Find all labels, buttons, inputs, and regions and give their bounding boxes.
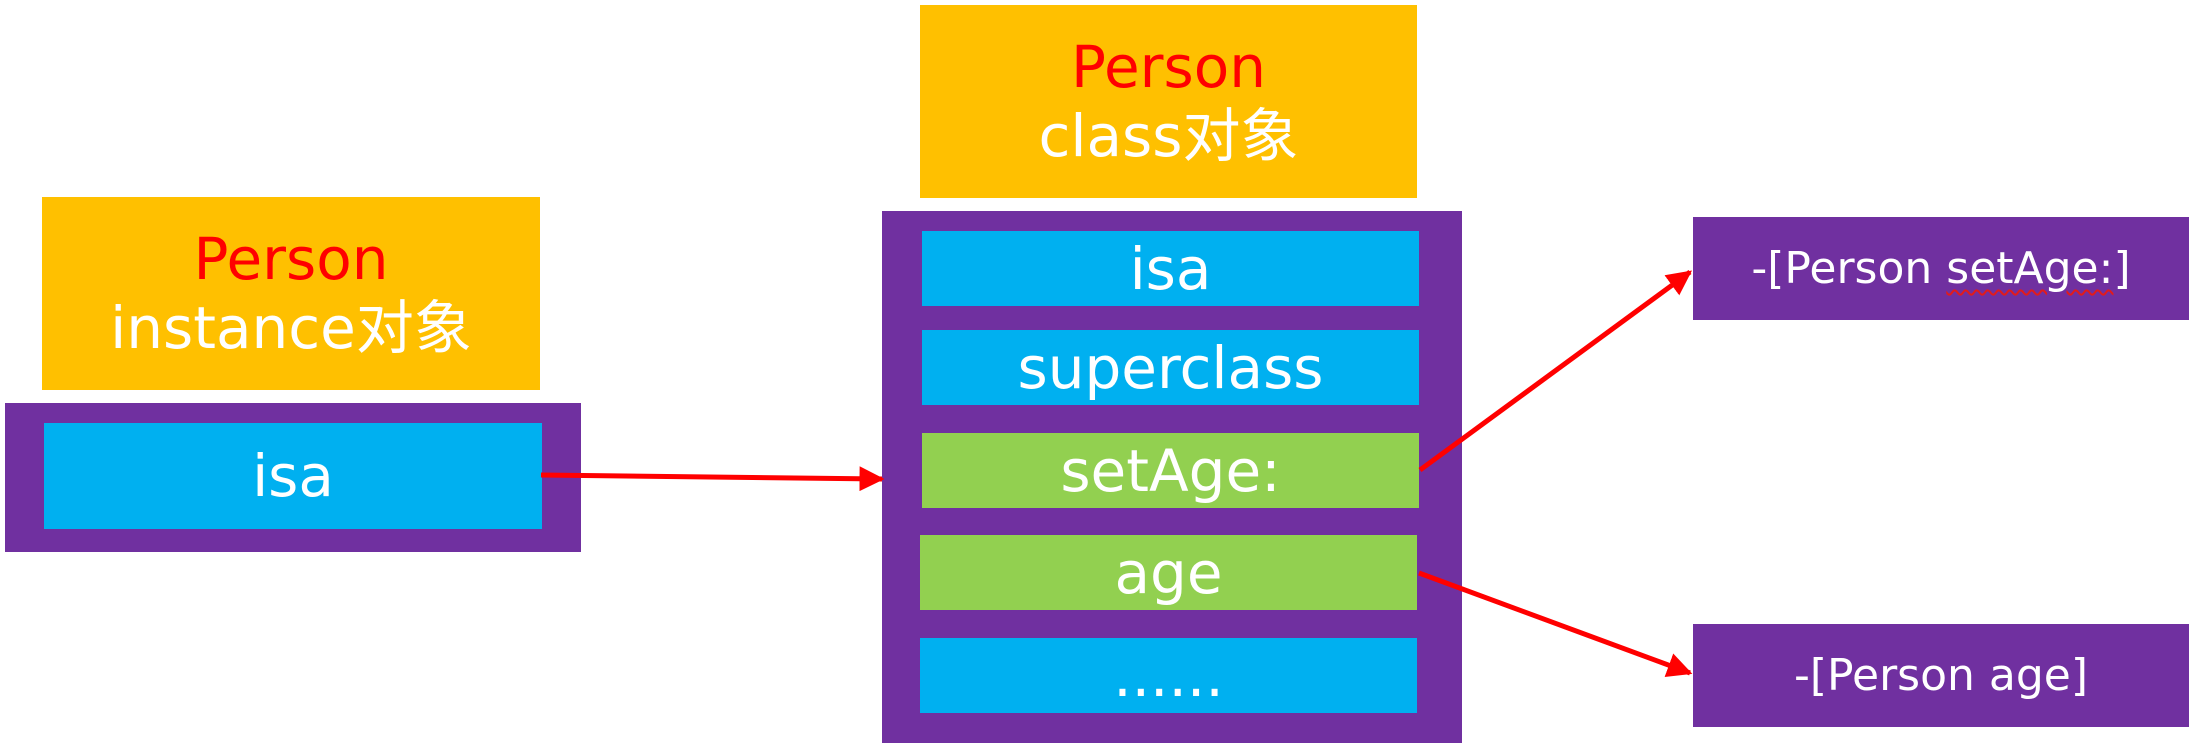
class-superclass-label: superclass [1017, 333, 1324, 402]
class-isa-slot: isa [922, 231, 1419, 306]
class-age-slot: age [920, 535, 1417, 610]
method-setage-box: -[Person setAge:] [1693, 217, 2189, 320]
instance-header: Person instance对象 [42, 197, 540, 390]
method-age-label: -[Person age] [1793, 650, 2088, 701]
class-setage-slot: setAge: [922, 433, 1419, 508]
instance-isa-label: isa [252, 442, 334, 510]
method-setage-suffix: ] [2113, 243, 2131, 294]
method-setage-prefix: -[Person [1751, 243, 1947, 294]
class-name: Person [1071, 33, 1266, 102]
class-age-label: age [1114, 538, 1223, 607]
class-more-slot: ...... [920, 638, 1417, 713]
method-age-box: -[Person age] [1693, 624, 2189, 727]
instance-class-name: Person [193, 225, 389, 294]
method-setage-selector: setAge: [1946, 243, 2114, 294]
class-isa-label: isa [1129, 234, 1212, 303]
instance-container: isa [5, 403, 581, 552]
class-header: Person class对象 [920, 5, 1417, 198]
class-more-label: ...... [1113, 641, 1224, 710]
class-kind-label: class对象 [1038, 101, 1299, 170]
class-setage-label: setAge: [1060, 436, 1281, 505]
instance-isa-slot: isa [44, 423, 542, 529]
arrow-isa-to-class [540, 466, 885, 492]
class-superclass-slot: superclass [922, 330, 1419, 405]
instance-kind-label: instance对象 [110, 293, 472, 362]
class-container: isa superclass setAge: age ...... [882, 211, 1462, 743]
